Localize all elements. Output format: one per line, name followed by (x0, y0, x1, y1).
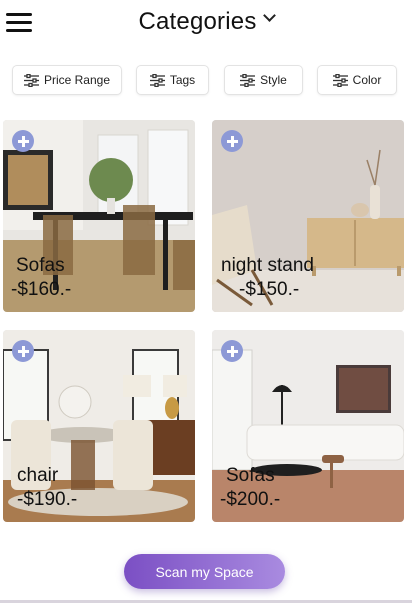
filter-label: Tags (169, 73, 196, 87)
add-to-space-icon[interactable] (12, 340, 34, 362)
product-name: Sofas (226, 465, 275, 486)
filter-color-button[interactable]: Color (318, 66, 396, 94)
filter-label: Style (260, 73, 287, 87)
filter-price-range-button[interactable]: Price Range (13, 66, 121, 94)
sliders-icon (23, 73, 39, 87)
product-card[interactable]: Sofas -$160.- (3, 120, 195, 312)
category-selector[interactable]: Categories (0, 8, 412, 36)
chevron-down-icon[interactable] (262, 9, 276, 23)
app-header: Categories (0, 0, 412, 50)
product-name: chair (17, 465, 59, 486)
sliders-icon (332, 73, 348, 87)
product-name: Sofas (16, 255, 65, 276)
product-card[interactable]: night stand -$150.- (212, 120, 404, 312)
filter-label: Price Range (43, 73, 111, 87)
product-price: -$200.- (220, 489, 281, 510)
product-price: -$190.- (17, 489, 78, 510)
add-to-space-icon[interactable] (221, 340, 243, 362)
product-price: -$150.- (239, 279, 300, 300)
filter-style-button[interactable]: Style (225, 66, 302, 94)
product-name: night stand (221, 255, 314, 276)
filter-bar: Price Range Tags Style Color (0, 66, 412, 94)
add-to-space-icon[interactable] (12, 130, 34, 152)
filter-tags-button[interactable]: Tags (137, 66, 208, 94)
page-title: Categories (138, 8, 257, 35)
scan-my-space-button[interactable]: Scan my Space (124, 554, 285, 589)
product-card[interactable]: chair -$190.- (3, 330, 195, 522)
filter-label: Color (352, 73, 382, 87)
add-to-space-icon[interactable] (221, 130, 243, 152)
product-card[interactable]: Sofas -$200.- (212, 330, 404, 522)
sliders-icon (149, 73, 165, 87)
sliders-icon (240, 73, 256, 87)
product-price: -$160.- (11, 279, 72, 300)
